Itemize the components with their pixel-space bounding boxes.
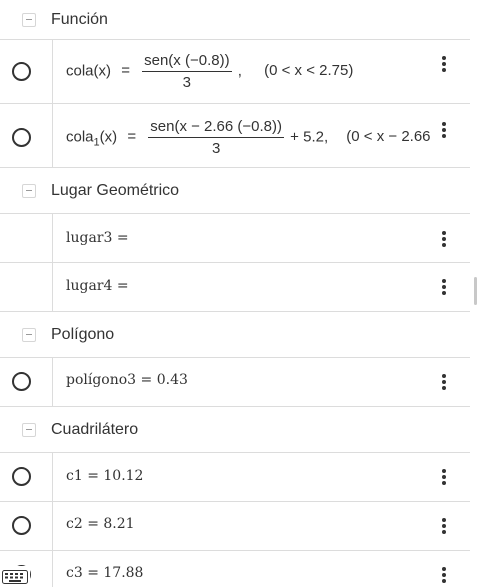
row-definition[interactable]: polígono3 = 0.43 — [66, 372, 188, 388]
domain-condition: (0 < x < 2.75) — [264, 62, 354, 80]
fraction-denominator: 3 — [182, 74, 192, 91]
group-header-poligono[interactable]: Polígono — [0, 312, 470, 358]
group-header-funcion[interactable]: Función — [0, 0, 470, 40]
more-vertical-icon[interactable] — [434, 120, 454, 140]
visibility-toggle-icon[interactable] — [12, 372, 31, 391]
row-definition[interactable]: lugar4 = — [66, 278, 129, 294]
keyboard-button[interactable] — [0, 566, 30, 587]
algebra-row-c3[interactable]: c3 = 17.88 — [0, 551, 470, 587]
fraction-numerator: sen(x − 2.66 (−0.8)) — [148, 118, 284, 138]
row-definition[interactable]: c1 = 10.12 — [66, 468, 143, 484]
scrollbar-thumb[interactable] — [474, 277, 477, 305]
domain-condition: (0 < x − 2.66 — [346, 128, 431, 146]
row-definition[interactable]: c3 = 17.88 — [66, 565, 143, 581]
algebra-row-lugar4[interactable]: lugar4 = — [0, 263, 470, 312]
row-definition[interactable]: lugar3 = — [66, 230, 129, 246]
algebra-row-cola1[interactable]: cola1(x) = sen(x − 2.66 (−0.8)) 3 + 5.2,… — [0, 104, 470, 168]
more-vertical-icon[interactable] — [434, 372, 454, 392]
function-name: cola(x) — [66, 62, 112, 80]
algebra-row-cola[interactable]: cola(x) = sen(x (−0.8)) 3 , (0 < x < 2.7… — [0, 40, 470, 104]
row-gutter — [0, 263, 53, 311]
algebra-row-c1[interactable]: c1 = 10.12 — [0, 453, 470, 502]
group-title: Polígono — [51, 325, 115, 343]
group-title: Función — [51, 10, 108, 28]
visibility-toggle-icon[interactable] — [12, 128, 31, 147]
row-gutter — [0, 214, 53, 262]
visibility-toggle-icon[interactable] — [12, 62, 31, 81]
expression-tail: , — [237, 62, 242, 80]
keyboard-icon — [2, 569, 28, 584]
function-name: cola — [66, 128, 94, 146]
more-vertical-icon[interactable] — [434, 229, 454, 249]
more-vertical-icon[interactable] — [434, 277, 454, 297]
visibility-toggle-icon[interactable] — [12, 516, 31, 535]
group-title: Cuadrilátero — [51, 420, 139, 438]
visibility-toggle-icon[interactable] — [12, 467, 31, 486]
fraction: sen(x − 2.66 (−0.8)) 3 — [148, 118, 284, 157]
algebra-row-c2[interactable]: c2 = 8.21 — [0, 502, 470, 551]
algebra-row-lugar3[interactable]: lugar3 = — [0, 214, 470, 263]
row-definition[interactable]: cola1(x) = sen(x − 2.66 (−0.8)) 3 + 5.2,… — [66, 118, 431, 157]
row-definition[interactable]: cola(x) = sen(x (−0.8)) 3 , (0 < x < 2.7… — [66, 52, 353, 91]
collapse-icon[interactable] — [22, 12, 36, 27]
fraction-denominator: 3 — [211, 140, 221, 157]
fraction: sen(x (−0.8)) 3 — [142, 52, 232, 91]
row-definition[interactable]: c2 = 8.21 — [66, 516, 135, 532]
more-vertical-icon[interactable] — [434, 516, 454, 536]
equals-sign: = — [127, 128, 137, 146]
fraction-numerator: sen(x (−0.8)) — [142, 52, 232, 72]
function-argument: (x) — [99, 128, 118, 146]
equals-sign: = — [121, 62, 130, 80]
algebra-row-poligono3[interactable]: polígono3 = 0.43 — [0, 358, 470, 407]
collapse-icon[interactable] — [22, 183, 36, 198]
expression-tail: + 5.2, — [290, 128, 329, 146]
group-title: Lugar Geométrico — [51, 181, 180, 199]
group-header-cuadrilatero[interactable]: Cuadrilátero — [0, 407, 470, 453]
more-vertical-icon[interactable] — [434, 467, 454, 487]
more-vertical-icon[interactable] — [434, 565, 454, 585]
algebra-view: Función cola(x) = sen(x (−0.8)) 3 , (0 <… — [0, 0, 470, 587]
collapse-icon[interactable] — [22, 327, 36, 342]
collapse-icon[interactable] — [22, 422, 36, 437]
more-vertical-icon[interactable] — [434, 54, 454, 74]
group-header-lugar-geometrico[interactable]: Lugar Geométrico — [0, 168, 470, 214]
